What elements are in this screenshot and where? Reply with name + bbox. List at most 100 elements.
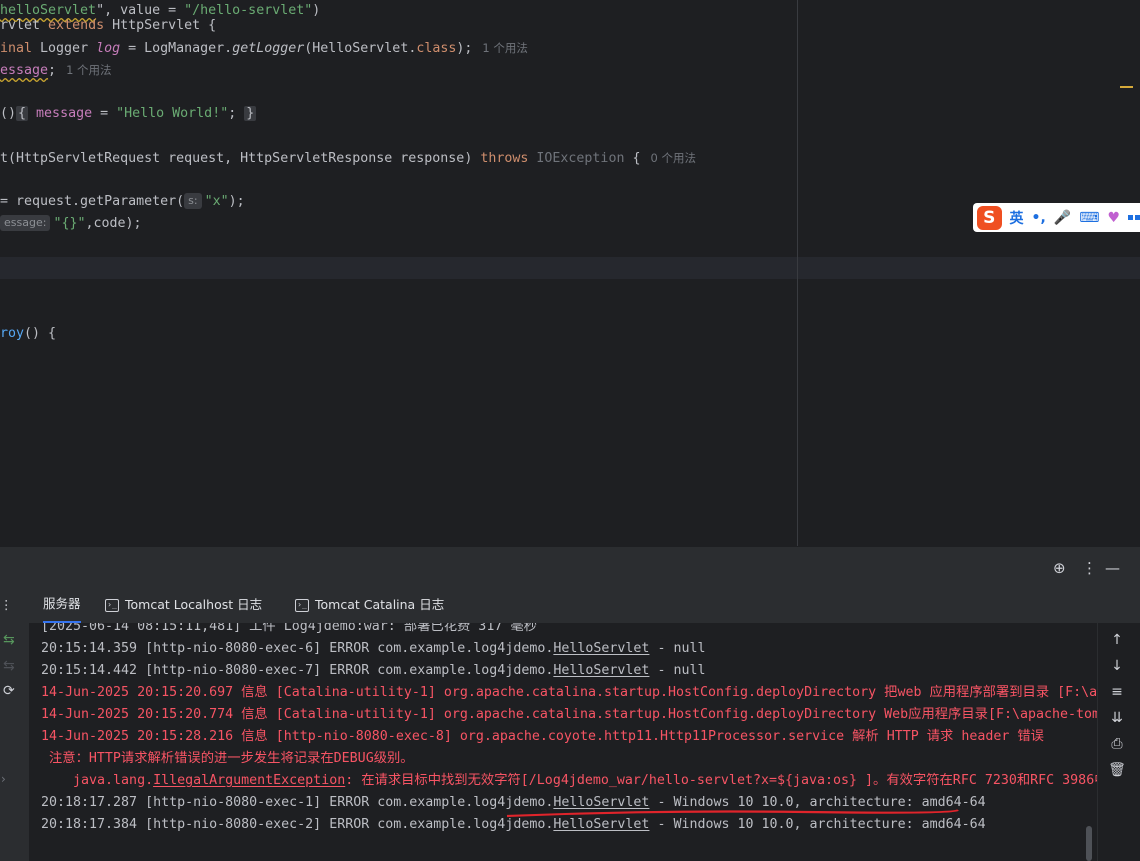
log-line[interactable]: 20:15:14.359 [http-nio-8080-exec-6] ERRO… [41,638,705,660]
ime-punctuation[interactable]: •, [1032,210,1046,226]
code-token: roy [0,326,25,341]
tab-tomcat-localhost-log[interactable]: ›_ Tomcat Localhost 日志 [105,587,262,623]
keyboard-icon[interactable]: ⌨ [1079,210,1099,226]
code-token: message [36,106,93,121]
current-line-highlight [0,257,1140,279]
usage-hint[interactable]: 1 个用法 [66,63,111,77]
code-token: essage [0,63,49,78]
usage-hint[interactable]: 1 个用法 [482,41,527,55]
console-right-toolbar: ↑ ↓ ≡ ⇊ ⎙ 🗑 [1097,623,1140,861]
class-link[interactable]: HelloServlet [553,663,649,678]
rerun-icon[interactable]: ⇆ [3,632,19,648]
tab-label: Tomcat Catalina 日志 [315,597,445,612]
class-link[interactable]: HelloServlet [553,817,649,832]
class-link[interactable]: HelloServlet [553,641,649,656]
log-text: 20:18:17.287 [http-nio-8080-exec-1] ERRO… [41,795,554,810]
code-line[interactable]: (){ message = "Hello World!"; } [0,103,257,125]
code-token: t(HttpServletRequest request, HttpServle… [0,151,481,166]
microphone-icon[interactable]: 🎤 [1054,210,1071,226]
code-token: class [416,41,457,56]
code-token: () { [24,326,57,341]
code-token: ,code); [85,216,142,231]
code-token: IOException [536,151,625,166]
code-token: ; [48,63,57,78]
code-line[interactable]: essage: "{}",code); [0,213,142,235]
log-text: 注意：HTTP请求解析错误的进一步发生将记录在DEBUG级别。 [41,751,414,766]
code-line[interactable]: roy() { [0,323,56,345]
code-editor[interactable]: helloServlet", value = "/hello-servlet")… [0,0,1140,546]
code-line[interactable]: essage; 1 个用法 [0,59,112,81]
red-annotation-underline [506,808,959,818]
log-text: 14-Jun-2025 20:15:28.216 信息 [http-nio-80… [41,729,1044,744]
usage-hint[interactable]: 0 个用法 [650,151,695,165]
print-icon[interactable]: ⎙ [1108,736,1126,754]
tab-server[interactable]: 服务器 [43,587,81,623]
tab-tomcat-catalina-log[interactable]: ›_ Tomcat Catalina 日志 [295,587,444,623]
scroll-to-end-icon[interactable]: ⇊ [1108,710,1126,728]
log-text: 20:15:14.359 [http-nio-8080-exec-6] ERRO… [41,641,554,656]
log-text: java.lang. [41,773,154,788]
scroll-up-icon[interactable]: ↑ [1108,632,1126,650]
ime-toolbar[interactable]: S 英 •, 🎤 ⌨ ♥ [973,203,1140,232]
code-token: "x" [204,194,229,209]
ime-language[interactable]: 英 [1010,208,1024,228]
console-left-toolbar: ⇆ ⇆ ⟳ [0,623,29,861]
code-token: log [96,41,121,56]
code-line[interactable]: = request.getParameter(s: "x"); [0,191,245,213]
code-token: } [244,106,257,121]
sogou-logo-icon[interactable]: S [977,205,1002,230]
redeploy-icon[interactable]: ⇆ [3,658,19,674]
warning-marker[interactable] [1120,86,1133,88]
log-line[interactable]: 注意：HTTP请求解析错误的进一步发生将记录在DEBUG级别。 [41,748,414,770]
tab-label: 服务器 [43,596,81,611]
terminal-icon: ›_ [295,598,309,612]
skin-icon[interactable]: ♥ [1107,210,1120,226]
log-console[interactable]: [2025-06-14 08:15:11,481] 工件 Log4jdemo:w… [29,623,1097,861]
code-line[interactable]: inal Logger log = LogManager.getLogger(H… [0,37,528,59]
terminal-icon: ›_ [105,598,119,612]
code-token: = LogManager. [120,41,233,56]
refresh-icon[interactable]: ⟳ [3,683,19,699]
code-token: ; [228,106,245,121]
code-token: extends [48,18,105,33]
log-line[interactable]: java.lang.IllegalArgumentException: 在请求目… [41,770,1097,792]
code-token: essage: [0,215,51,231]
log-line[interactable]: 14-Jun-2025 20:15:28.216 信息 [http-nio-80… [41,726,1044,748]
code-token: () [0,106,17,121]
more-options-icon[interactable]: ⋮ [1082,559,1097,577]
clear-all-icon[interactable]: 🗑 [1108,762,1126,780]
log-text: 20:18:17.384 [http-nio-8080-exec-2] ERRO… [41,817,554,832]
code-token: rvlet [0,18,49,33]
code-token: throws [480,151,529,166]
log-line[interactable]: 14-Jun-2025 20:15:20.697 信息 [Catalina-ut… [41,682,1097,704]
code-token: getLogger [232,41,305,56]
log-text: - null [649,663,706,678]
tab-label: Tomcat Localhost 日志 [125,597,263,612]
code-token: inal [0,41,33,56]
services-tab-bar: ⋮ 服务器 ›_ Tomcat Localhost 日志 ›_ Tomcat C… [0,587,1140,624]
soft-wrap-icon[interactable]: ≡ [1108,684,1126,702]
code-line[interactable]: rvlet extends HttpServlet { [0,15,216,37]
log-text: - null [649,641,706,656]
crosshair-icon[interactable]: ⊕ [1053,559,1066,577]
code-token: Logger [32,41,97,56]
class-link[interactable]: IllegalArgumentException [153,773,345,788]
expand-arrow-icon[interactable]: › [1,772,6,786]
code-token: "{}" [53,216,86,231]
code-token: ); [228,194,245,209]
log-text: 20:15:14.442 [http-nio-8080-exec-7] ERRO… [41,663,554,678]
scroll-down-icon[interactable]: ↓ [1108,658,1126,676]
console-scrollbar[interactable] [1086,826,1092,861]
code-token: { [16,106,29,121]
minimize-icon[interactable]: — [1105,559,1120,577]
code-token: ) [312,3,321,18]
tab-menu-icon[interactable]: ⋮ [0,587,13,623]
log-line[interactable]: 20:15:14.442 [http-nio-8080-exec-7] ERRO… [41,660,705,682]
log-text: 14-Jun-2025 20:15:20.697 信息 [Catalina-ut… [41,685,1097,700]
code-line[interactable]: t(HttpServletRequest request, HttpServle… [0,147,696,169]
tool-window-header: ⊕ ⋮ — [0,546,1140,588]
code-token: = [92,106,117,121]
log-line[interactable]: [2025-06-14 08:15:11,481] 工件 Log4jdemo:w… [41,623,537,638]
log-line[interactable]: 14-Jun-2025 20:15:20.774 信息 [Catalina-ut… [41,704,1097,726]
grid-menu-icon[interactable] [1128,215,1140,220]
